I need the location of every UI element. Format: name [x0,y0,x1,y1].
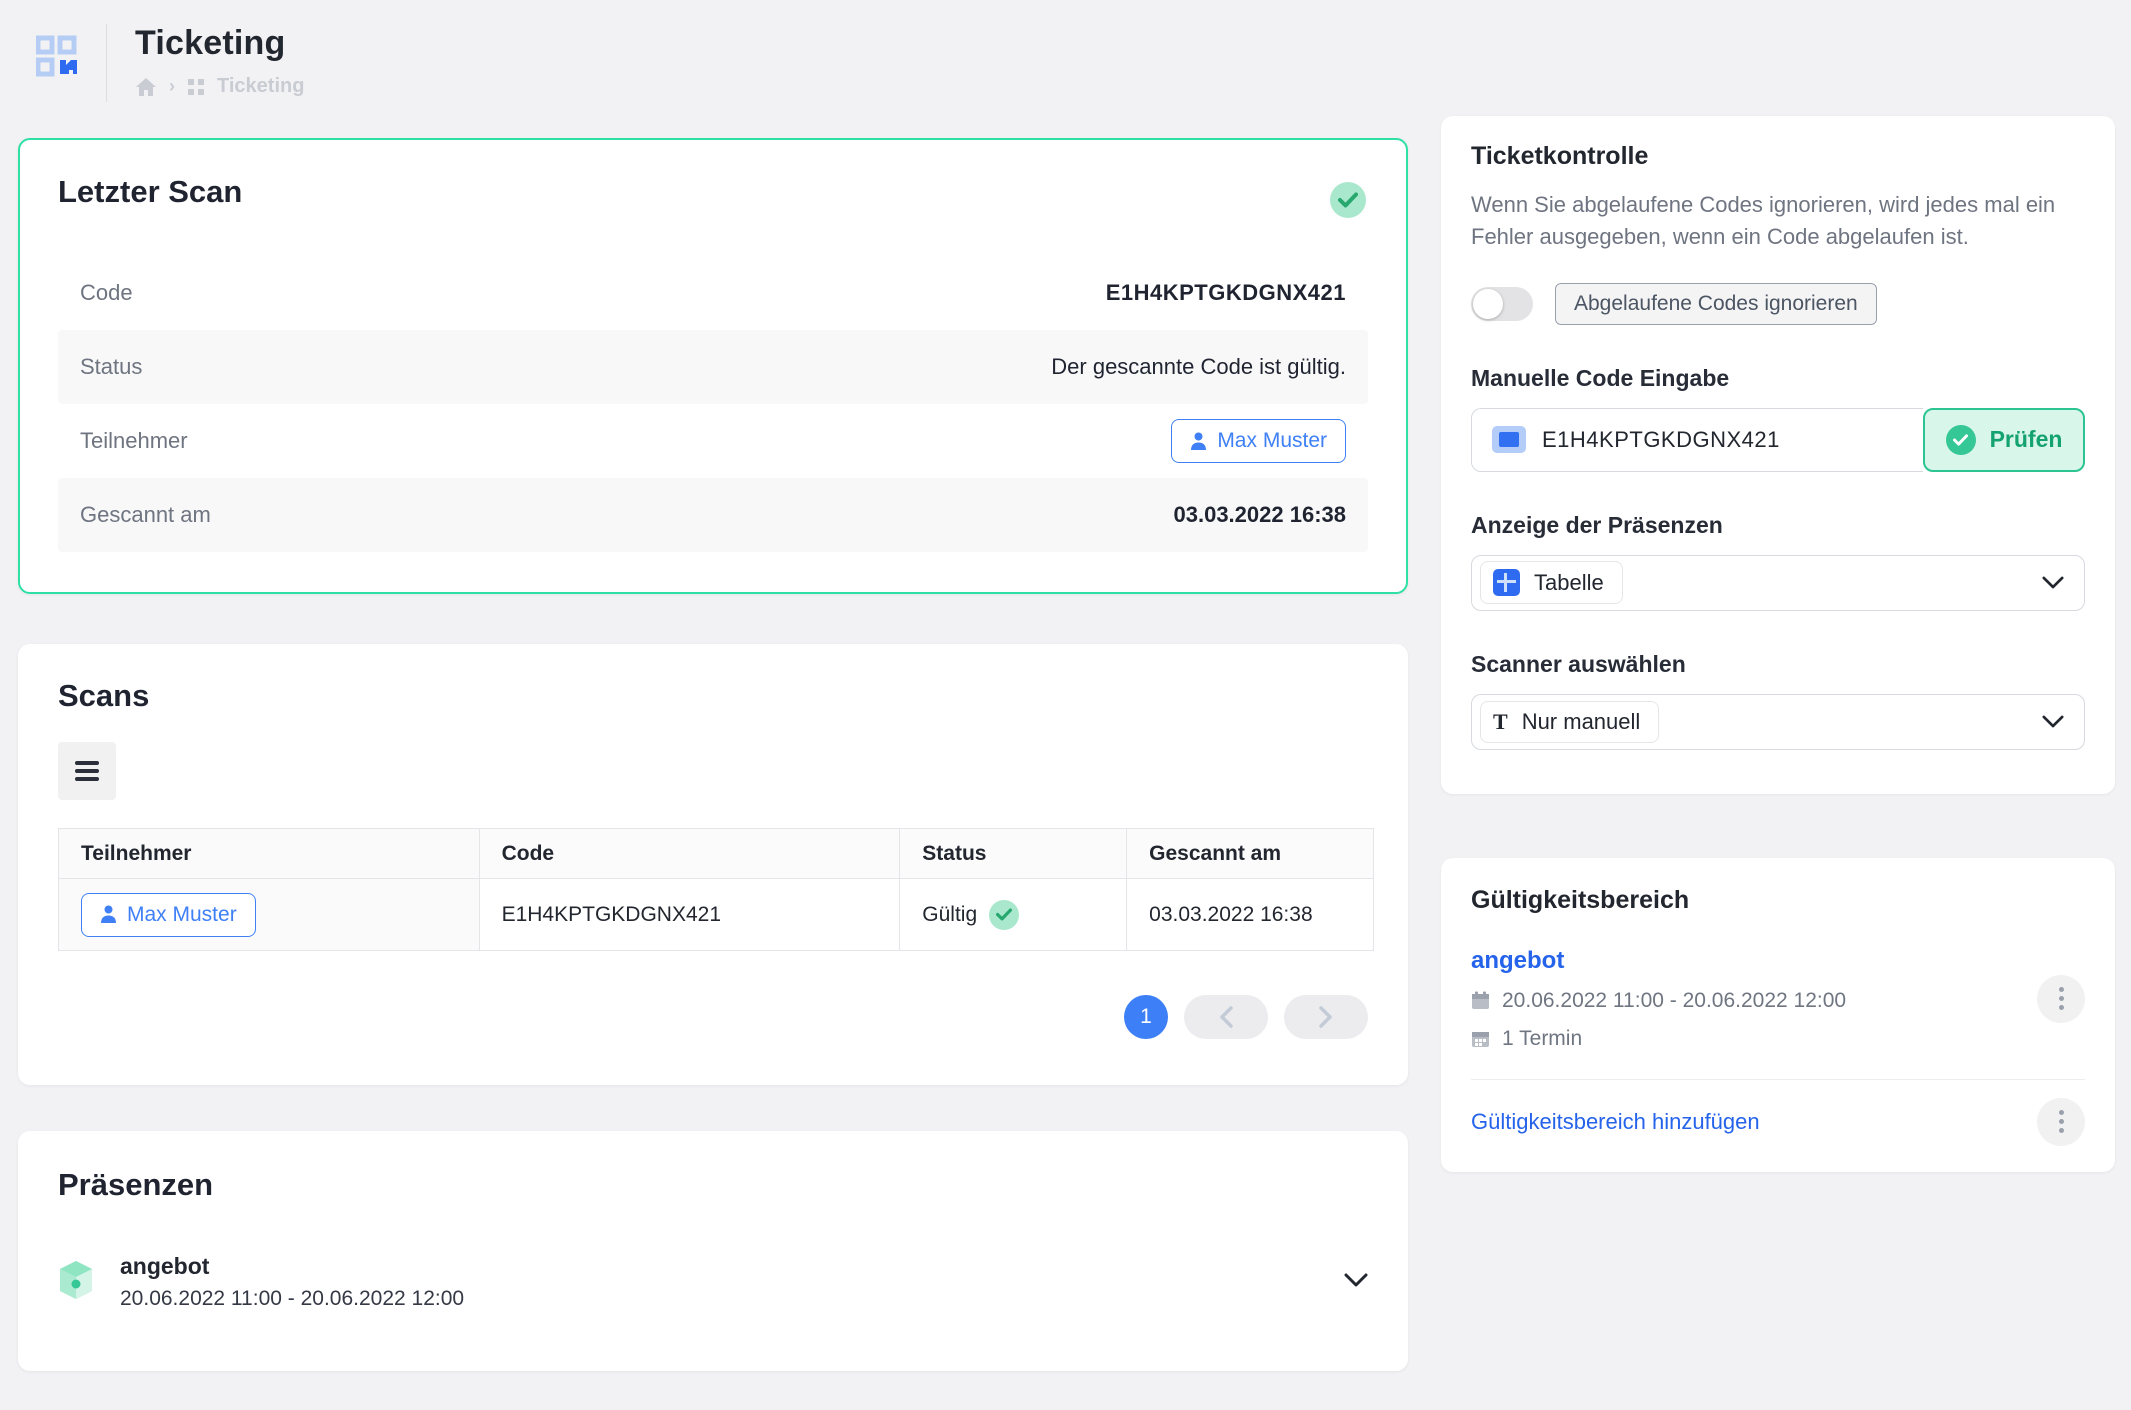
col-header-scanned-at: Gescannt am [1127,829,1374,879]
presence-period: 20.06.2022 11:00 - 20.06.2022 12:00 [120,1287,1344,1311]
home-icon[interactable] [135,77,157,97]
scans-card: Scans Teilnehmer Code Status Gescannt am [18,644,1408,1085]
app-header: Ticketing › Ticketing [0,0,2131,104]
manual-code-label: Manuelle Code Eingabe [1471,365,2085,392]
ignore-expired-toggle[interactable] [1471,287,1533,321]
calendar-icon [1471,991,1490,1010]
validity-card: Gültigkeitsbereich angebot 20.06.2022 11… [1441,858,2115,1172]
scans-table: Teilnehmer Code Status Gescannt am Max M… [58,828,1374,951]
chevron-left-icon [1218,1006,1234,1028]
manual-code-input[interactable]: E1H4KPTGKDGNX421 [1471,408,1923,472]
code-label: Code [80,280,133,306]
row-code: E1H4KPTGKDGNX421 [479,879,900,951]
chevron-right-icon [1318,1006,1334,1028]
participant-button-label: Max Muster [1217,429,1327,453]
presences-title: Präsenzen [58,1167,1368,1203]
ignore-expired-button[interactable]: Abgelaufene Codes ignorieren [1555,283,1877,325]
breadcrumb: › Ticketing [135,75,304,98]
header-divider [106,24,107,102]
last-scan-code-row: Code E1H4KPTGKDGNX421 [58,256,1368,330]
presence-item[interactable]: angebot 20.06.2022 11:00 - 20.06.2022 12… [58,1253,1368,1311]
table-row: Max Muster E1H4KPTGKDGNX421 Gültig [59,879,1374,951]
code-value: E1H4KPTGKDGNX421 [1106,280,1346,306]
row-participant-button[interactable]: Max Muster [81,893,256,937]
manual-code-value: E1H4KPTGKDGNX421 [1542,427,1780,453]
scanner-select-label: Scanner auswählen [1471,651,2085,678]
validity-item-link[interactable]: angebot [1471,947,2037,975]
page-1-button[interactable]: 1 [1124,995,1168,1039]
col-header-code: Code [479,829,900,879]
text-input-icon: T [1493,711,1508,733]
last-scan-status-row: Status Der gescannte Code ist gültig. [58,330,1368,404]
table-view-icon [1493,569,1520,596]
hamburger-icon [75,757,99,785]
presences-card: Präsenzen angebot 20.06.2022 11:00 - 20.… [18,1131,1408,1371]
breadcrumb-qr-icon [187,78,205,96]
scanner-select[interactable]: T Nur manuell [1471,694,2085,750]
row-status: Gültig [922,903,977,927]
app-qr-logo-icon [36,34,80,78]
col-header-status: Status [900,829,1127,879]
table-menu-button[interactable] [58,742,116,800]
presence-display-value: Tabelle [1534,570,1604,596]
presence-name: angebot [120,1253,209,1279]
validity-item-menu-button[interactable] [2037,975,2085,1023]
check-code-button[interactable]: Prüfen [1923,408,2085,472]
scanned-at-value: 03.03.2022 16:38 [1174,502,1347,528]
person-icon [100,905,117,924]
validity-title: Gültigkeitsbereich [1471,886,2085,915]
check-icon [1946,425,1976,455]
next-page-button[interactable] [1284,995,1368,1039]
cube-icon [58,1260,94,1305]
participant-label: Teilnehmer [80,428,188,454]
presence-display-label: Anzeige der Präsenzen [1471,512,2085,539]
chevron-down-icon [2042,576,2064,589]
last-scan-card: Letzter Scan Code E1H4KPTGKDGNX421 Statu… [18,138,1408,594]
check-code-button-label: Prüfen [1990,426,2063,453]
scanner-select-value: Nur manuell [1522,709,1641,735]
breadcrumb-current[interactable]: Ticketing [217,75,304,98]
page-title: Ticketing [135,24,304,63]
add-validity-link[interactable]: Gültigkeitsbereich hinzufügen [1471,1109,1760,1135]
ticket-icon [1492,426,1526,453]
status-label: Status [80,354,142,380]
row-scanned-at: 03.03.2022 16:38 [1127,879,1374,951]
presence-display-select[interactable]: Tabelle [1471,555,2085,611]
ticket-control-card: Ticketkontrolle Wenn Sie abgelaufene Cod… [1441,116,2115,794]
last-scan-title: Letzter Scan [58,174,1368,210]
breadcrumb-separator-icon: › [169,76,175,97]
prev-page-button[interactable] [1184,995,1268,1039]
chevron-down-icon[interactable] [1344,1273,1368,1292]
ticket-control-title: Ticketkontrolle [1471,142,2085,171]
status-value: Der gescannte Code ist gültig. [1051,354,1346,380]
chevron-down-icon [2042,715,2064,728]
pagination: 1 [58,995,1368,1039]
row-valid-check-icon [989,900,1019,930]
ticket-control-description: Wenn Sie abgelaufene Codes ignorieren, w… [1471,189,2085,253]
participant-button[interactable]: Max Muster [1171,419,1346,463]
last-scan-participant-row: Teilnehmer Max Muster [58,404,1368,478]
validity-item-appointments: 1 Termin [1502,1027,1582,1051]
col-header-participant: Teilnehmer [59,829,480,879]
scans-title: Scans [58,678,1368,714]
calendar-grid-icon [1471,1029,1490,1048]
validity-item-period: 20.06.2022 11:00 - 20.06.2022 12:00 [1502,989,1846,1013]
person-icon [1190,432,1207,451]
add-validity-menu-button[interactable] [2037,1098,2085,1146]
scanned-at-label: Gescannt am [80,502,211,528]
validity-item: angebot 20.06.2022 11:00 - 20.06.2022 12… [1471,947,2085,1051]
row-participant-label: Max Muster [127,903,237,927]
last-scan-date-row: Gescannt am 03.03.2022 16:38 [58,478,1368,552]
valid-check-icon [1330,182,1366,218]
